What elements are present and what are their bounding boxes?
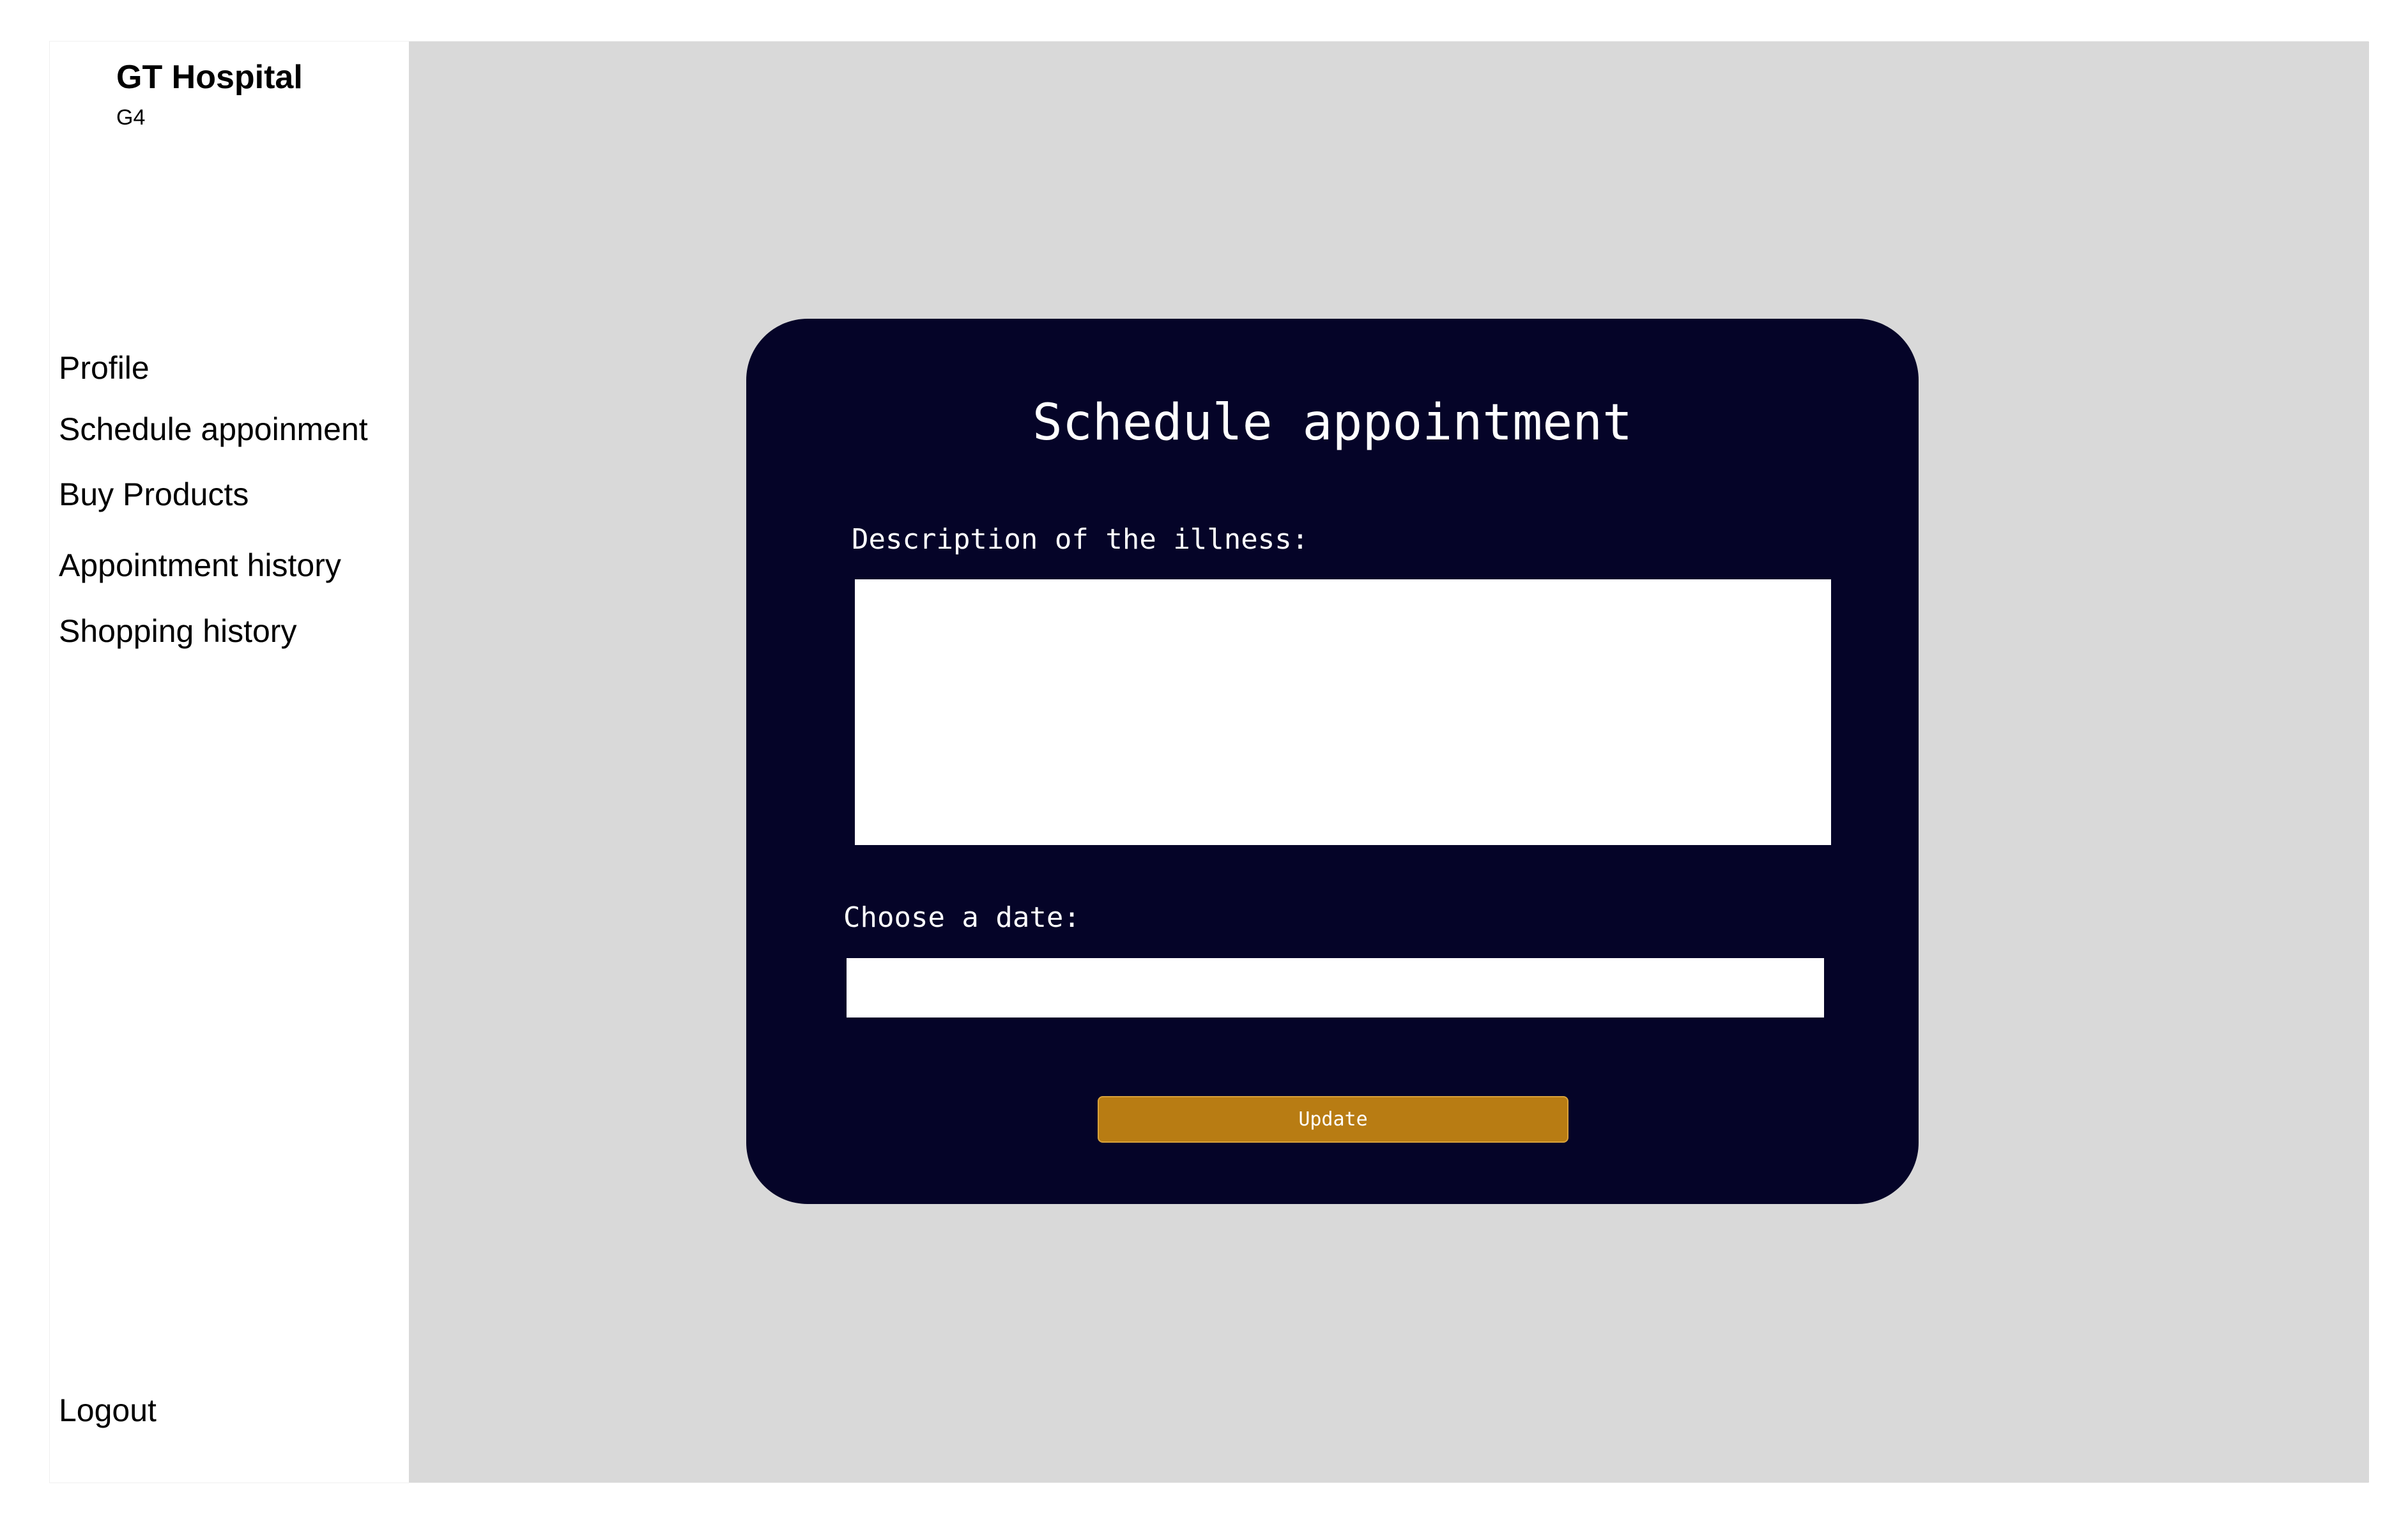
sidebar-item-buy-products[interactable]: Buy Products xyxy=(59,476,249,513)
date-input[interactable] xyxy=(847,958,1824,1018)
sidebar: GT Hospital G4 Profile Schedule appoinme… xyxy=(50,42,409,1483)
brand-title: GT Hospital xyxy=(116,59,303,96)
sidebar-item-schedule-appointment[interactable]: Schedule appoinment xyxy=(59,411,368,448)
sidebar-item-appointment-history[interactable]: Appointment history xyxy=(59,547,341,584)
description-label: Description of the illness: xyxy=(852,523,1309,556)
page-title: Schedule appointment xyxy=(1032,394,1633,452)
sidebar-item-profile[interactable]: Profile xyxy=(59,349,150,386)
logout-link[interactable]: Logout xyxy=(59,1392,157,1429)
schedule-appointment-card: Schedule appointment Description of the … xyxy=(746,319,1919,1204)
brand-subtitle: G4 xyxy=(116,105,146,130)
app-window: GT Hospital G4 Profile Schedule appoinme… xyxy=(49,41,2369,1483)
main-content: Schedule appointment Description of the … xyxy=(409,42,2369,1483)
update-button[interactable]: Update xyxy=(1098,1096,1568,1143)
description-textarea[interactable] xyxy=(855,579,1831,845)
sidebar-item-shopping-history[interactable]: Shopping history xyxy=(59,613,296,650)
date-label: Choose a date: xyxy=(843,901,1080,934)
